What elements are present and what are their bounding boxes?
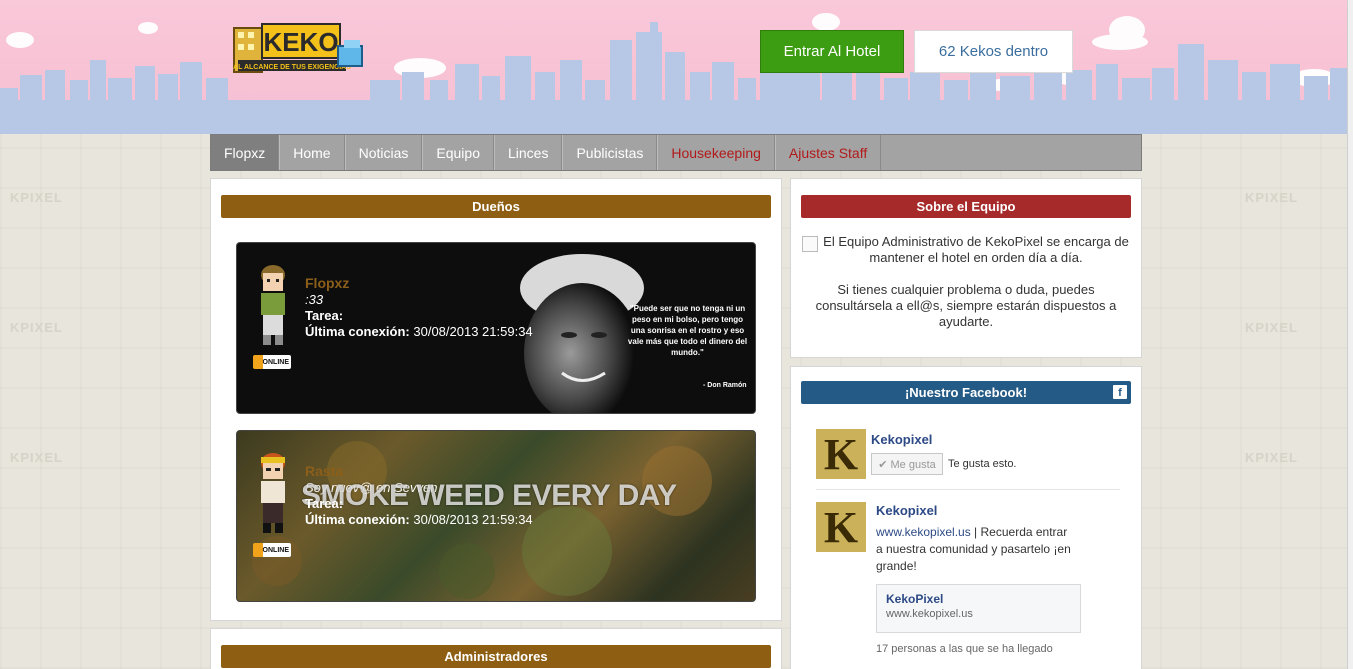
owner-card: ONLINE Rasta Soy nuev@ en Sevven SMOKE W… [236,430,756,602]
about-team-title: Sobre el Equipo [801,195,1131,218]
facebook-like-button[interactable]: ✔ Me gusta [871,453,943,475]
banner-quote: "Puede ser que no tenga ni un peso en mi… [627,304,748,357]
owner-last-connection: Última conexión: 30/08/2013 21:59:34 [305,512,533,527]
owner-name[interactable]: Flopxz [305,275,349,291]
facebook-post-text: www.kekopixel.us | Recuerda entrar a nue… [876,524,1076,575]
main-navigation: Flopxz Home Noticias Equipo Linces Publi… [210,134,1142,171]
shared-link-title: KekoPixel [886,592,944,606]
facebook-post-author[interactable]: Kekopixel [876,503,937,518]
shared-link-url: www.kekopixel.us [886,608,973,620]
facebook-post-avatar[interactable]: K [816,502,866,552]
nav-item-profile[interactable]: Flopxz [211,135,280,170]
window-scrollbar[interactable] [1347,0,1353,669]
admins-title: Administradores [221,645,771,668]
banner-text: SMOKE WEED EVERY DAY [301,479,677,512]
nav-item-staff-settings[interactable]: Ajustes Staff [774,135,882,170]
nav-item-advertisers[interactable]: Publicistas [562,135,658,170]
last-connection-label: Última conexión: [305,512,410,527]
nav-item-news[interactable]: Noticias [344,135,423,170]
background-watermark: KPIXEL [10,450,63,465]
background-watermark: KPIXEL [10,320,63,335]
owner-task-label: Tarea: [305,496,344,511]
owners-title: Dueños [221,195,771,218]
owner-task-label: Tarea: [305,308,344,323]
habbo-avatar [261,265,285,345]
facebook-reach-text: 17 personas a las que se ha llegado [876,643,1053,655]
facebook-likes-text: Te gusta esto. [948,458,1017,470]
background-watermark: KPIXEL [1245,450,1298,465]
facebook-shared-link[interactable]: KekoPixel www.kekopixel.us [876,584,1081,633]
owner-name[interactable]: Rasta [305,463,343,479]
background-watermark: KPIXEL [10,190,63,205]
online-status-badge: ONLINE [253,543,291,557]
nav-item-linces[interactable]: Linces [493,135,563,170]
site-header: KEKO AL ALCANCE DE TUS EXIGENCIAS Entrar… [0,0,1353,134]
banner-quote-author: - Don Ramón [703,382,747,389]
keko-logo[interactable]: KEKO AL ALCANCE DE TUS EXIGENCIAS [232,20,366,80]
svg-text:AL ALCANCE DE TUS EXIGENCIAS: AL ALCANCE DE TUS EXIGENCIAS [233,64,351,71]
about-paragraph: Si tienes cualquier problema o duda, pue… [815,282,1117,329]
owner-last-connection: Última conexión: 30/08/2013 21:59:34 [305,324,533,339]
facebook-post-link[interactable]: www.kekopixel.us [876,525,971,539]
facebook-icon[interactable]: f [1113,385,1127,399]
enter-hotel-button[interactable]: Entrar Al Hotel [760,30,904,73]
online-users-count: 62 Kekos dentro [914,30,1073,73]
nav-item-home[interactable]: Home [279,135,345,170]
owner-card: ONLINE Flopxz :33 Tarea: Última conexión… [236,242,756,414]
background-watermark: KPIXEL [1245,190,1298,205]
nav-item-team[interactable]: Equipo [422,135,494,170]
city-skyline-illustration [0,13,1353,134]
owner-motto: :33 [305,292,324,307]
habbo-avatar [261,453,285,533]
last-connection-value: 30/08/2013 21:59:34 [413,324,533,339]
facebook-page-thumbnail[interactable]: K [816,429,866,479]
about-team-text: El Equipo Administrativo de KekoPixel se… [801,234,1131,346]
facebook-title: ¡Nuestro Facebook! [801,381,1131,404]
nav-item-housekeeping[interactable]: Housekeeping [657,135,775,170]
online-status-badge: ONLINE [253,355,291,369]
last-connection-label: Última conexión: [305,324,410,339]
about-paragraph: El Equipo Administrativo de KekoPixel se… [823,234,1129,265]
svg-text:KEKO: KEKO [263,27,338,57]
facebook-page-name[interactable]: Kekopixel [871,432,932,447]
background-watermark: KPIXEL [1245,320,1298,335]
divider [816,489,1120,490]
last-connection-value: 30/08/2013 21:59:34 [413,512,533,527]
